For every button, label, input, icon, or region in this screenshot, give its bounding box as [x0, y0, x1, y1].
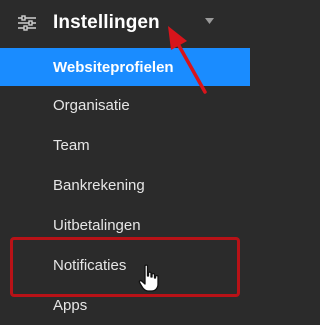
menu-item-bankrekening[interactable]: Bankrekening — [0, 166, 250, 204]
hand-pointer-icon — [138, 264, 159, 292]
menu-item-websiteprofielen[interactable]: Websiteprofielen — [0, 48, 250, 86]
settings-header[interactable]: Instellingen — [0, 0, 250, 48]
menu-item-label: Uitbetalingen — [53, 216, 141, 234]
menu-item-team[interactable]: Team — [0, 126, 250, 164]
settings-sliders-icon — [18, 15, 36, 31]
menu-item-label: Apps — [53, 296, 88, 314]
highlight-box — [10, 237, 240, 297]
menu-item-organisatie[interactable]: Organisatie — [0, 86, 250, 124]
menu-item-label: Bankrekening — [53, 176, 145, 194]
menu-item-label: Team — [53, 136, 90, 154]
settings-title: Instellingen — [53, 12, 160, 33]
menu-item-label: Websiteprofielen — [53, 58, 174, 76]
menu-item-label: Organisatie — [53, 96, 130, 114]
caret-down-icon[interactable] — [205, 18, 214, 25]
settings-menu: Instellingen Websiteprofielen Organisati… — [0, 0, 250, 325]
